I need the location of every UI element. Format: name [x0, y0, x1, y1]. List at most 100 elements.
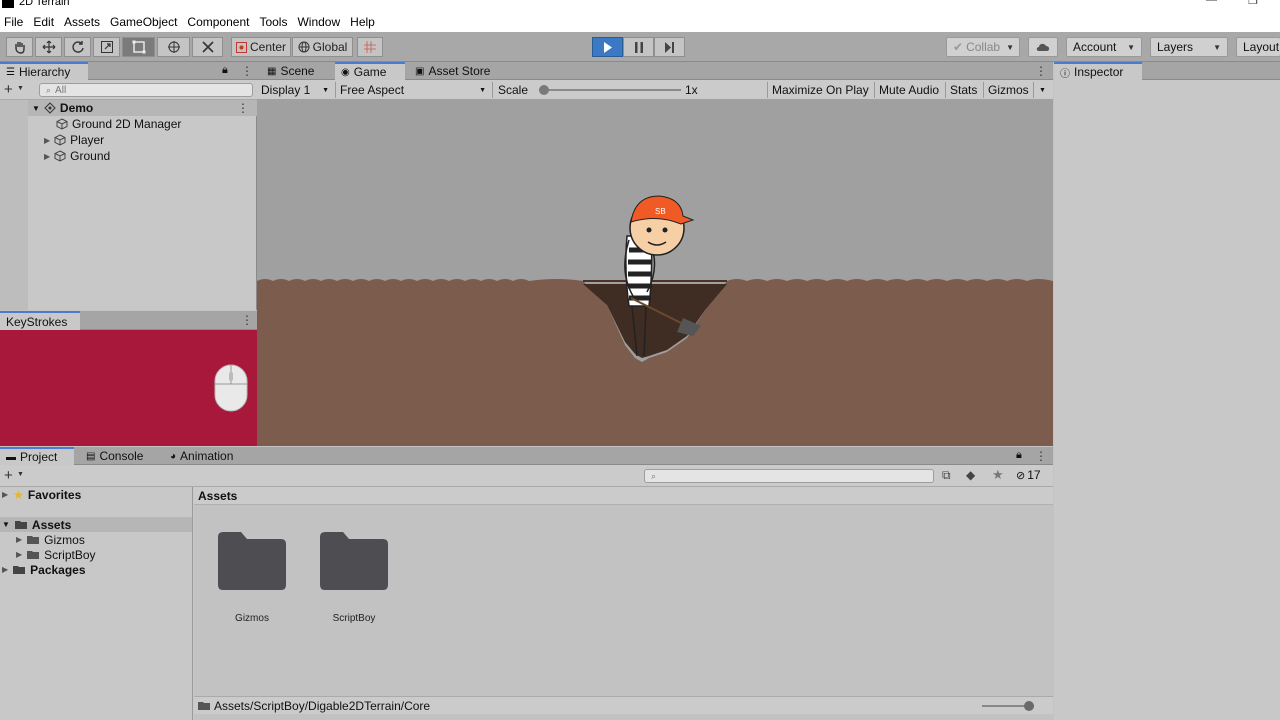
tree-item-assets[interactable]: ▼ Assets — [0, 517, 192, 532]
panel-menu-icon[interactable]: ⋮ — [1035, 449, 1047, 463]
project-assets-view: Assets Gizmos ScriptBoy Assets/ScriptBoy… — [194, 487, 1053, 720]
game-render-canvas[interactable]: SB — [257, 100, 1053, 446]
expand-arrow-icon[interactable]: ▶ — [2, 490, 8, 499]
hierarchy-item[interactable]: ▶ Player — [28, 132, 257, 148]
scale-slider[interactable] — [539, 85, 681, 95]
maximize-icon[interactable]: ❐ — [1248, 0, 1258, 7]
keystrokes-display — [0, 330, 257, 446]
menu-tools[interactable]: Tools — [259, 15, 287, 29]
expand-arrow-icon[interactable]: ▼ — [32, 104, 40, 113]
panel-menu-icon[interactable]: ⋮ — [241, 64, 253, 78]
hand-tool-button[interactable] — [6, 37, 33, 57]
lock-icon[interactable]: 🔒︎ — [1016, 449, 1022, 462]
aspect-dropdown[interactable]: Free Aspect ▼ — [336, 80, 490, 100]
tab-project[interactable]: ▬ Project — [0, 447, 74, 465]
tree-item-gizmos[interactable]: ▶ Gizmos — [0, 532, 192, 547]
scale-slider-thumb[interactable] — [539, 85, 549, 95]
filter-by-type-icon[interactable]: ⧉ — [942, 468, 951, 483]
tab-hierarchy[interactable]: ☰ Hierarchy — [0, 62, 88, 80]
tree-item-favorites[interactable]: ▶ ★ Favorites — [0, 487, 192, 502]
stats-toggle[interactable]: Stats — [946, 80, 981, 100]
step-button[interactable] — [654, 37, 685, 57]
add-icon[interactable]: + — [4, 467, 13, 484]
gizmos-dropdown-icon[interactable]: ▼ — [1035, 80, 1050, 100]
gameobject-icon — [54, 134, 66, 146]
chevron-down-icon[interactable]: ▼ — [17, 85, 24, 92]
icon-size-slider[interactable] — [982, 701, 1034, 711]
favorite-star-icon[interactable]: ★ — [992, 467, 1004, 483]
pivot-space-button[interactable]: Global — [292, 37, 353, 57]
tab-game-label: Game — [353, 65, 387, 79]
filter-by-label-icon[interactable]: ◆ — [966, 468, 975, 482]
title-bar: 2D Terrain — ❐ — [0, 0, 1280, 12]
mute-audio-toggle[interactable]: Mute Audio — [875, 80, 943, 100]
account-dropdown[interactable]: Account ▼ — [1066, 37, 1142, 57]
hierarchy-item[interactable]: Ground 2D Manager — [28, 116, 257, 132]
tab-inspector[interactable]: ⓘ Inspector — [1054, 62, 1142, 80]
maximize-on-play-toggle[interactable]: Maximize On Play — [768, 80, 873, 100]
hierarchy-tab-label: Hierarchy — [18, 65, 71, 79]
rotate-tool-button[interactable] — [64, 37, 91, 57]
scale-value: 1x — [685, 83, 698, 97]
move-tool-button[interactable] — [35, 37, 62, 57]
layers-dropdown[interactable]: Layers ▼ — [1150, 37, 1228, 57]
pivot-center-button[interactable]: Center — [231, 37, 291, 57]
tab-game[interactable]: ◉ Game — [335, 62, 405, 80]
expand-arrow-icon[interactable]: ▶ — [2, 565, 8, 574]
tree-item-scriptboy[interactable]: ▶ ScriptBoy — [0, 547, 192, 562]
add-icon[interactable]: + — [4, 81, 13, 98]
expand-arrow-icon[interactable]: ▶ — [44, 152, 50, 161]
project-search-input[interactable]: ⌕ — [644, 469, 934, 483]
menu-assets[interactable]: Assets — [64, 15, 100, 29]
tab-scene[interactable]: ▦ Scene — [261, 62, 333, 80]
tree-item-label: Gizmos — [44, 532, 85, 547]
asset-folder-gizmos[interactable]: Gizmos — [217, 531, 287, 624]
menu-edit[interactable]: Edit — [33, 15, 54, 29]
expand-arrow-icon[interactable]: ▼ — [2, 520, 10, 529]
icon-size-slider-thumb[interactable] — [1024, 701, 1034, 711]
expand-arrow-icon[interactable]: ▶ — [16, 535, 22, 544]
globe-icon — [298, 41, 310, 53]
space-label: Global — [312, 40, 348, 54]
display-dropdown[interactable]: Display 1 ▼ — [257, 80, 333, 100]
scale-tool-button[interactable] — [93, 37, 120, 57]
hidden-packages-toggle[interactable]: ⊘ 17 — [1016, 468, 1041, 482]
menu-gameobject[interactable]: GameObject — [110, 15, 177, 29]
layout-label: Layout — [1243, 40, 1280, 54]
minimize-icon[interactable]: — — [1206, 0, 1217, 6]
menu-window[interactable]: Window — [297, 15, 340, 29]
cloud-button[interactable] — [1028, 37, 1058, 57]
lock-icon[interactable]: 🔒︎ — [222, 64, 228, 77]
aspect-label: Free Aspect — [340, 83, 405, 97]
expand-arrow-icon[interactable]: ▶ — [16, 550, 22, 559]
panel-menu-icon[interactable]: ⋮ — [241, 313, 253, 327]
asset-folder-scriptboy[interactable]: ScriptBoy — [319, 531, 389, 624]
grid-snap-icon — [364, 41, 376, 53]
gizmos-toggle[interactable]: Gizmos — [984, 80, 1033, 100]
snap-button[interactable] — [357, 37, 383, 57]
hierarchy-item[interactable]: ▶ Ground — [28, 148, 257, 164]
tab-animation[interactable]: ◕ Animation — [164, 447, 254, 465]
scene-menu-icon[interactable]: ⋮ — [237, 101, 249, 115]
hierarchy-search-input[interactable]: ⌕ All — [39, 83, 253, 97]
scene-row[interactable]: ▼ Demo ⋮ — [28, 100, 257, 116]
tab-asset-store[interactable]: ▣ Asset Store — [409, 62, 507, 80]
play-button[interactable] — [592, 37, 623, 57]
tab-console[interactable]: ▤ Console — [80, 447, 164, 465]
rect-tool-button[interactable] — [122, 37, 155, 57]
menu-component[interactable]: Component — [187, 15, 249, 29]
custom-tool-button[interactable] — [192, 37, 223, 57]
chevron-down-icon[interactable]: ▼ — [17, 471, 24, 478]
layout-dropdown[interactable]: Layout — [1236, 37, 1280, 57]
transform-tool-button[interactable] — [157, 37, 190, 57]
tree-item-packages[interactable]: ▶ Packages — [0, 562, 192, 577]
panel-menu-icon[interactable]: ⋮ — [1035, 64, 1047, 78]
tree-item-label: ScriptBoy — [44, 547, 96, 562]
collab-dropdown[interactable]: ✔ Collab ▼ — [946, 37, 1020, 57]
menu-file[interactable]: File — [4, 15, 23, 29]
tab-keystrokes[interactable]: KeyStrokes — [0, 311, 80, 330]
pause-button[interactable] — [623, 37, 654, 57]
menu-help[interactable]: Help — [350, 15, 375, 29]
keystrokes-tab-label: KeyStrokes — [6, 314, 68, 329]
expand-arrow-icon[interactable]: ▶ — [44, 136, 50, 145]
